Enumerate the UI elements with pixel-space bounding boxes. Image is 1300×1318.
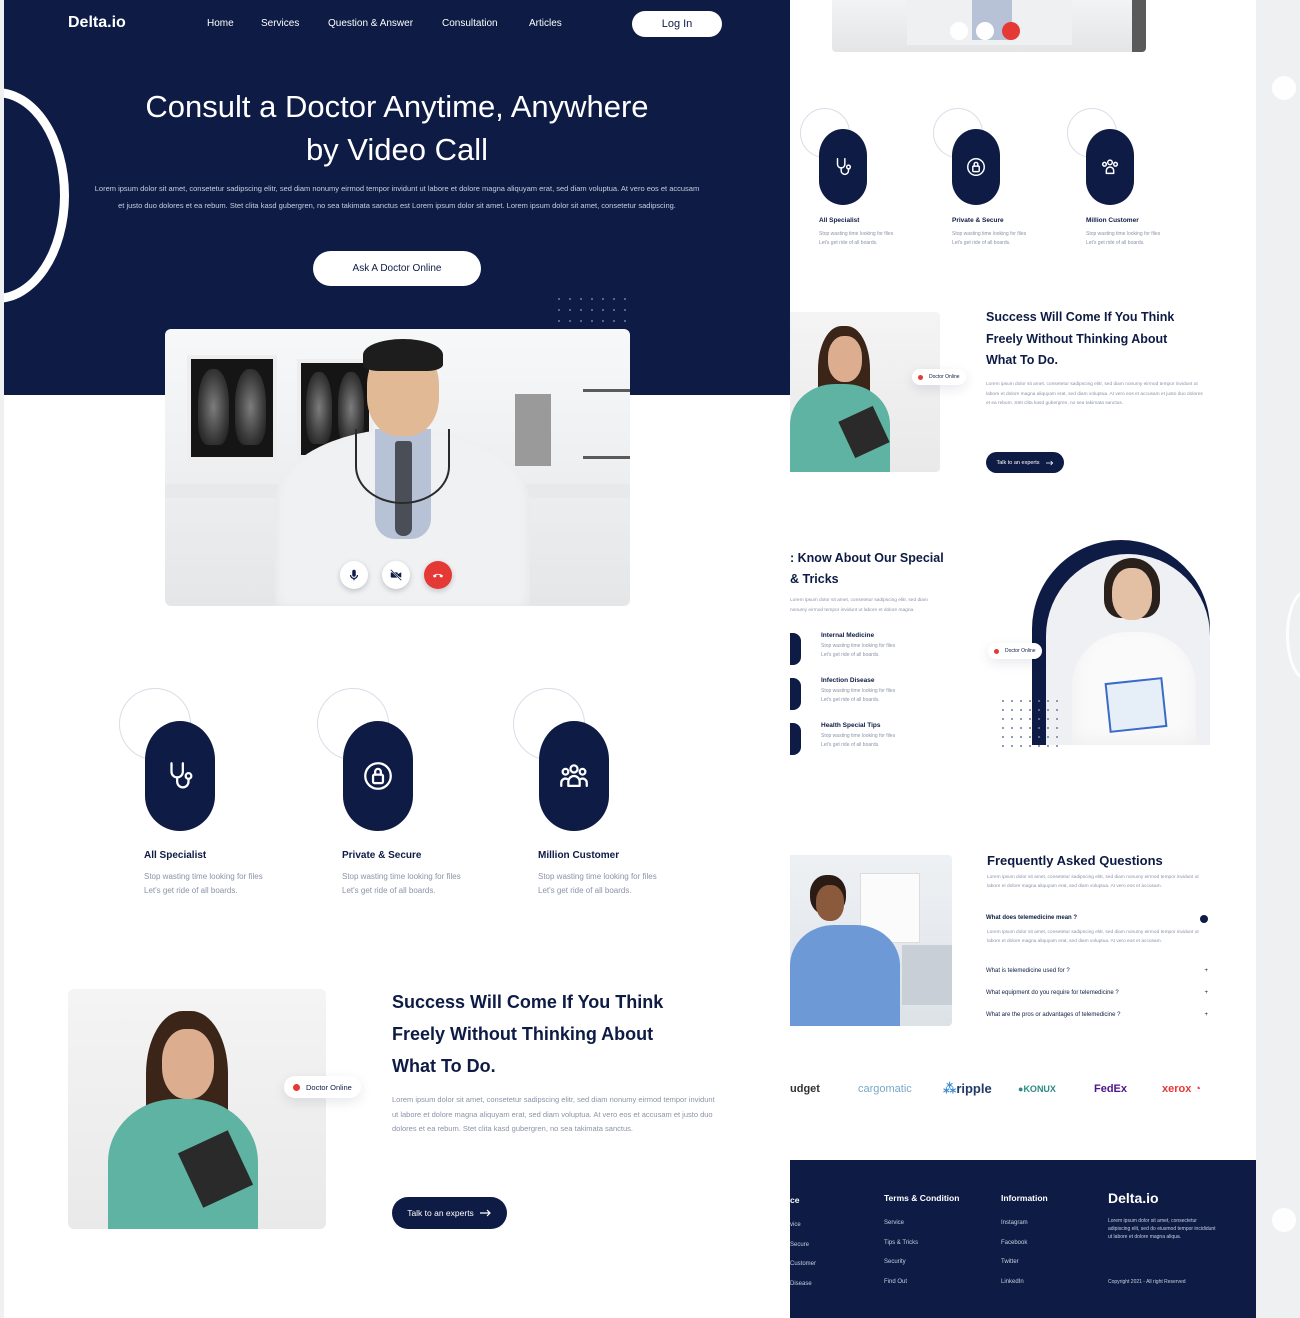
partner-logo: cargomatic (858, 1083, 912, 1095)
shelf (583, 389, 630, 459)
status-dot (293, 1083, 300, 1091)
faq-question[interactable]: What equipment do you require for teleme… (986, 990, 1208, 996)
collapse-icon[interactable] (1200, 915, 1208, 923)
ask-doctor-button[interactable]: Ask A Doctor Online (313, 251, 481, 286)
tip-health-special: Health Special Tips Stop wasting time lo… (821, 722, 896, 748)
nurse-photo (68, 989, 326, 1229)
partner-logo: ⁂ripple (943, 1081, 992, 1096)
lock-icon (343, 721, 413, 831)
footer-link[interactable]: Tips & Tricks (884, 1240, 918, 1246)
talk-to-experts-button[interactable]: Talk to an experts (392, 1197, 507, 1229)
plus-icon[interactable]: + (1204, 1012, 1208, 1018)
tip-icon-infection-disease (790, 678, 801, 710)
call-controls (340, 561, 452, 589)
decoration-circle (1272, 76, 1296, 100)
mic-icon[interactable] (950, 22, 968, 40)
footer-heading-terms: Terms & Condition (884, 1193, 960, 1203)
success-description: Lorem ipsum dolor sit amet, consetetur s… (392, 1095, 715, 1133)
copyright: Copyright 2021 - All right Reserved (1108, 1279, 1186, 1285)
success-title: Success Will Come If You Think Freely Wi… (392, 992, 664, 1076)
arrow-right-icon (479, 1209, 491, 1217)
faq-title: Frequently Asked Questions (987, 853, 1163, 868)
feature-million-customer-mini: Million Customer Stop wasting time looki… (1067, 108, 1197, 258)
nav-articles[interactable]: Articles (529, 18, 562, 29)
doctor-hair (363, 339, 443, 371)
talk-to-experts-button-mini[interactable]: Talk to an experts (986, 452, 1064, 473)
decoration-ring (1286, 590, 1300, 680)
video-call-preview (165, 329, 630, 606)
feature-private-secure-mini: Private & Secure Stop wasting time looki… (933, 108, 1063, 258)
stethoscope-icon (819, 129, 867, 205)
doctor-online-badge: Doctor Online (912, 369, 966, 385)
nurse-phone-photo (790, 855, 952, 1026)
hero-decoration-ring (4, 88, 69, 303)
landing-page-preview: All Specialist Stop wasting time looking… (790, 0, 1256, 1318)
footer-link[interactable]: Instagram (1001, 1220, 1028, 1226)
partner-logo: FedEx (1094, 1083, 1128, 1095)
faq-answer: Lorem ipsum dolor sit amet, consetetur s… (987, 930, 1199, 944)
feature-private-secure: Private & Secure Stop wasting time looki… (312, 688, 502, 908)
xray-image (187, 355, 277, 461)
partner-logo: udget (790, 1083, 820, 1095)
tips-title: : Know About Our Special & Tricks (790, 551, 944, 586)
hero-description: Lorem ipsum dolor sit amet, consetetur s… (94, 184, 700, 210)
decoration-circle (1272, 1208, 1296, 1232)
partner-logo: ●KONUX (1018, 1084, 1056, 1094)
footer-brand[interactable]: Delta.io (1108, 1190, 1159, 1206)
users-icon (1086, 129, 1134, 205)
mic-icon[interactable] (340, 561, 368, 589)
footer-link[interactable]: Facebook (1001, 1240, 1027, 1246)
stethoscope (355, 429, 450, 504)
tip-icon-internal-medicine (790, 633, 801, 665)
partner-logo: xerox ◔ (1162, 1083, 1202, 1095)
footer-link[interactable]: Service (884, 1220, 904, 1226)
video-off-icon[interactable] (976, 22, 994, 40)
xerox-mark-icon: ◔ (1194, 1083, 1202, 1095)
ripple-mark-icon: ⁂ (943, 1081, 957, 1096)
users-icon (539, 721, 609, 831)
feature-all-specialist: All Specialist Stop wasting time looking… (114, 688, 304, 908)
lock-icon (952, 129, 1000, 205)
brand-logo[interactable]: Delta.io (68, 14, 126, 32)
arrow-right-icon (1045, 460, 1053, 465)
tip-infection-disease: Infection Disease Stop wasting time look… (821, 677, 896, 703)
footer: ce vice Secure Customer Disease Terms & … (790, 1160, 1256, 1318)
faq-question-open[interactable]: What does telemedicine mean ? (986, 915, 1208, 923)
nav-services[interactable]: Services (261, 18, 299, 29)
hero-title: Consult a Doctor Anytime, Anywhere by Vi… (145, 89, 649, 167)
plus-icon[interactable]: + (1204, 990, 1208, 996)
wall-panel (515, 394, 551, 466)
plus-icon[interactable]: + (1204, 968, 1208, 974)
footer-about: Lorem ipsum dolor sit amet, consectetur … (1108, 1218, 1216, 1240)
footer-heading-information: Information (1001, 1193, 1048, 1203)
nav-question-answer[interactable]: Question & Answer (328, 18, 413, 29)
video-call-preview-mini (832, 0, 1146, 52)
login-button[interactable]: Log In (632, 11, 722, 37)
feature-million-customer: Million Customer Stop wasting time looki… (508, 688, 698, 908)
hang-up-icon[interactable] (424, 561, 452, 589)
tip-icon-health-special (790, 723, 801, 755)
landing-page-main: Delta.io Home Services Question & Answer… (4, 0, 790, 1318)
dot-pattern (1002, 700, 1058, 747)
faq-question[interactable]: What are the pros or advantages of telem… (986, 1012, 1208, 1018)
nav-home[interactable]: Home (207, 18, 234, 29)
tip-internal-medicine: Internal Medicine Stop wasting time look… (821, 632, 896, 658)
footer-link[interactable]: LinkedIn (1001, 1279, 1024, 1285)
footer-link[interactable]: Find Out (884, 1279, 907, 1285)
feature-all-specialist-mini: All Specialist Stop wasting time looking… (800, 108, 930, 258)
doctor-online-badge: Doctor Online (988, 643, 1042, 659)
nav-consultation[interactable]: Consultation (442, 18, 498, 29)
female-doctor-photo (1032, 540, 1210, 745)
nurse-photo-mini (790, 312, 940, 472)
faq-question[interactable]: What is telemedicine used for ? + (986, 968, 1208, 974)
stethoscope-icon (145, 721, 215, 831)
success-title-mini: Success Will Come If You Think Freely Wi… (986, 310, 1175, 367)
video-off-icon[interactable] (382, 561, 410, 589)
footer-link[interactable]: Security (884, 1259, 906, 1265)
hang-up-icon[interactable] (1002, 22, 1020, 40)
footer-link[interactable]: Twitter (1001, 1259, 1019, 1265)
doctor-online-badge: Doctor Online (284, 1076, 361, 1098)
